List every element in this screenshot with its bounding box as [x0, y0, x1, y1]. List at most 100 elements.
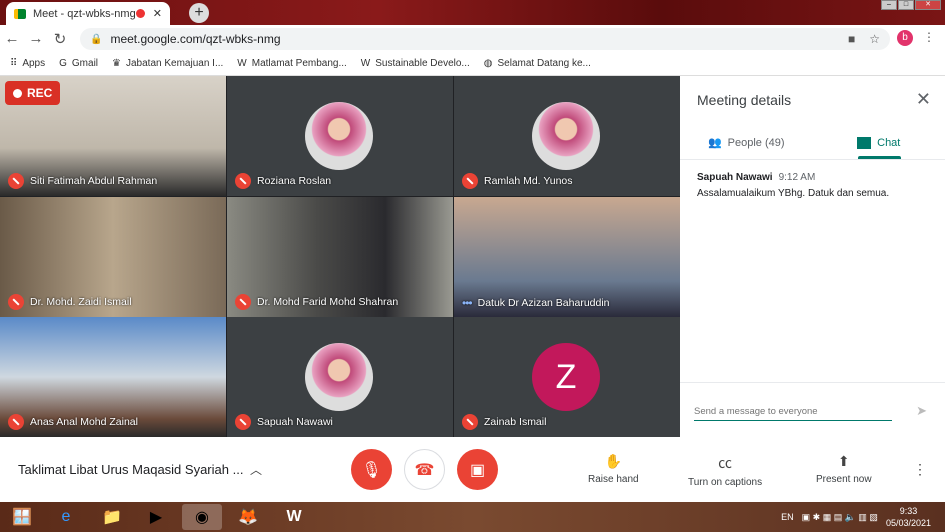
participant-tile[interactable]: Sapuah Nawawi [227, 317, 453, 437]
participant-tile[interactable]: Dr. Mohd Farid Mohd Shahran [227, 196, 453, 317]
tab-people[interactable]: 👥 People (49) [680, 126, 813, 159]
meeting-details-panel: Meeting details ✕ 👥 People (49) Chat Sapu… [680, 76, 945, 437]
present-now-button[interactable]: ⬆ Present now [816, 453, 872, 485]
system-clock[interactable]: 9:33 05/03/2021 [886, 505, 931, 529]
present-icon: ⬆ [837, 453, 850, 469]
participant-name: Dr. Mohd Farid Mohd Shahran [257, 295, 399, 308]
meeting-controls-bar: Taklimat Libat Urus Maqasid Syariah ... … [0, 437, 945, 502]
chat-tab-label: Chat [877, 136, 901, 149]
back-button[interactable]: ← [0, 30, 24, 47]
crest-icon: ♛ [112, 58, 121, 69]
browser-toolbar: ← → ↻ 🔒 meet.google.com/qzt-wbks-nmg ■ ☆ … [0, 25, 945, 52]
mic-off-icon [235, 414, 251, 430]
captions-label: Turn on captions [688, 477, 763, 488]
profile-avatar[interactable]: b [897, 30, 913, 46]
address-bar[interactable]: 🔒 meet.google.com/qzt-wbks-nmg ■ ☆ [80, 28, 890, 50]
bookmark-item[interactable]: W Matlamat Pembang... [237, 58, 347, 69]
participant-name: Anas Anal Mohd Zainal [30, 416, 138, 428]
message-time: 9:12 AM [778, 172, 816, 183]
wikipedia-icon: W [360, 58, 371, 69]
bookmark-label: Jabatan Kemajuan I... [126, 58, 224, 69]
present-label: Present now [816, 474, 872, 485]
url-text: meet.google.com/qzt-wbks-nmg [110, 32, 281, 46]
captions-button[interactable]: ㏄ Turn on captions [688, 453, 762, 488]
send-icon[interactable]: ➤ [916, 403, 927, 419]
browser-menu-button[interactable]: ⋮ [923, 30, 935, 44]
media-player-icon[interactable]: ▶ [136, 504, 176, 530]
forward-button[interactable]: → [24, 30, 48, 47]
mic-off-icon [235, 293, 251, 310]
bookmark-item[interactable]: W Sustainable Develo... [361, 58, 470, 69]
microphone-toggle-button[interactable]: 🎙 [351, 449, 392, 490]
people-tab-label: People (49) [727, 136, 785, 149]
participant-tile[interactable]: Dr. Mohd. Zaidi Ismail [0, 196, 226, 317]
participant-tile[interactable]: Ramlah Md. Yunos [454, 76, 680, 196]
chat-message-input[interactable] [694, 403, 892, 421]
chevron-up-icon[interactable]: ︿ [250, 461, 262, 478]
bookmark-item[interactable]: ◍ Selamat Datang ke... [484, 58, 591, 69]
recording-label: REC [27, 86, 53, 100]
clock-time: 9:33 [899, 506, 918, 516]
tray-icons[interactable]: ▣ ✱ ▦ ▤ 🔈 ▥ ▧ [802, 512, 878, 523]
globe-icon: ◍ [483, 58, 493, 69]
minimize-button[interactable]: – [881, 0, 897, 10]
bookmark-label: Apps [22, 58, 46, 69]
leave-call-button[interactable]: ☎ [404, 449, 445, 490]
word-icon[interactable]: W [274, 504, 314, 530]
mic-off-icon [235, 173, 251, 189]
mic-off-icon [462, 414, 478, 430]
bookmarks-bar: ⠿ Apps G Gmail ♛ Jabatan Kemajuan I... W Matlam… [0, 52, 945, 76]
bookmark-item[interactable]: ♛ Jabatan Kemajuan I... [112, 58, 223, 69]
browser-tab[interactable]: Meet - qzt-wbks-nmg ✕ [6, 2, 170, 25]
close-window-button[interactable]: ✕ [915, 0, 941, 10]
close-panel-button[interactable]: ✕ [916, 89, 931, 110]
bookmark-label: Matlamat Pembang... [251, 58, 347, 69]
tab-chat[interactable]: Chat [813, 126, 945, 159]
windows-taskbar: 🪟 e 📁 ▶ ◉ 🦊 W EN ▣ ✱ ▦ ▤ 🔈 ▥ ▧ 9:33 05/03… [0, 502, 945, 532]
avatar [305, 102, 373, 170]
wikipedia-icon: W [237, 58, 247, 69]
bookmark-label: Sustainable Develo... [375, 58, 470, 69]
meeting-title[interactable]: Taklimat Libat Urus Maqasid Syariah ... [18, 462, 243, 477]
internet-explorer-icon[interactable]: e [46, 504, 86, 530]
chat-icon [857, 136, 872, 149]
bookmark-item[interactable]: G Gmail [59, 58, 98, 69]
language-indicator[interactable]: EN [781, 512, 794, 522]
firefox-icon[interactable]: 🦊 [228, 504, 268, 530]
participant-name: Datuk Dr Azizan Baharuddin [477, 296, 610, 309]
mic-off-icon: 🎙 [361, 461, 382, 479]
participant-tile[interactable]: Anas Anal Mohd Zainal [0, 317, 226, 437]
new-tab-button[interactable]: + [189, 3, 209, 23]
meet-favicon-icon [14, 8, 26, 19]
camera-toggle-button[interactable]: ▣ [457, 449, 498, 490]
file-explorer-icon[interactable]: 📁 [92, 504, 132, 530]
participant-name: Roziana Roslan [257, 175, 332, 187]
raise-hand-label: Raise hand [588, 474, 639, 485]
mic-off-icon [8, 293, 24, 310]
more-options-button[interactable]: ⋮ [913, 461, 927, 478]
recording-badge: REC [5, 81, 61, 105]
record-dot-icon [13, 88, 22, 98]
reload-button[interactable]: ↻ [48, 30, 72, 48]
bookmark-label: Gmail [71, 58, 99, 69]
start-button[interactable]: 🪟 [2, 504, 42, 530]
raise-hand-button[interactable]: ✋ Raise hand [588, 453, 639, 485]
participant-tile[interactable]: Roziana Roslan [227, 76, 453, 196]
participant-name: Siti Fatimah Abdul Rahman [30, 175, 158, 187]
participant-tile[interactable]: REC Siti Fatimah Abdul Rahman [0, 76, 226, 196]
participant-name: Sapuah Nawawi [257, 416, 333, 428]
maximize-button[interactable]: □ [898, 0, 914, 10]
hang-up-icon: ☎ [414, 461, 435, 479]
close-tab-button[interactable]: ✕ [153, 7, 162, 20]
participant-tile[interactable]: Z Zainab Ismail [454, 317, 680, 437]
browser-titlebar: Meet - qzt-wbks-nmg ✕ + – □ ✕ [0, 0, 945, 25]
recording-indicator-icon [135, 9, 145, 18]
participant-name: Zainab Ismail [484, 416, 547, 428]
clock-date: 05/03/2021 [885, 518, 931, 528]
bookmark-star-icon[interactable]: ☆ [869, 32, 880, 46]
bookmark-item[interactable]: ⠿ Apps [10, 58, 45, 69]
bookmark-label: Selamat Datang ke... [497, 58, 591, 69]
participant-tile[interactable]: ••• Datuk Dr Azizan Baharuddin [454, 196, 680, 317]
camera-icon[interactable]: ■ [848, 32, 855, 46]
chrome-icon[interactable]: ◉ [182, 504, 222, 530]
